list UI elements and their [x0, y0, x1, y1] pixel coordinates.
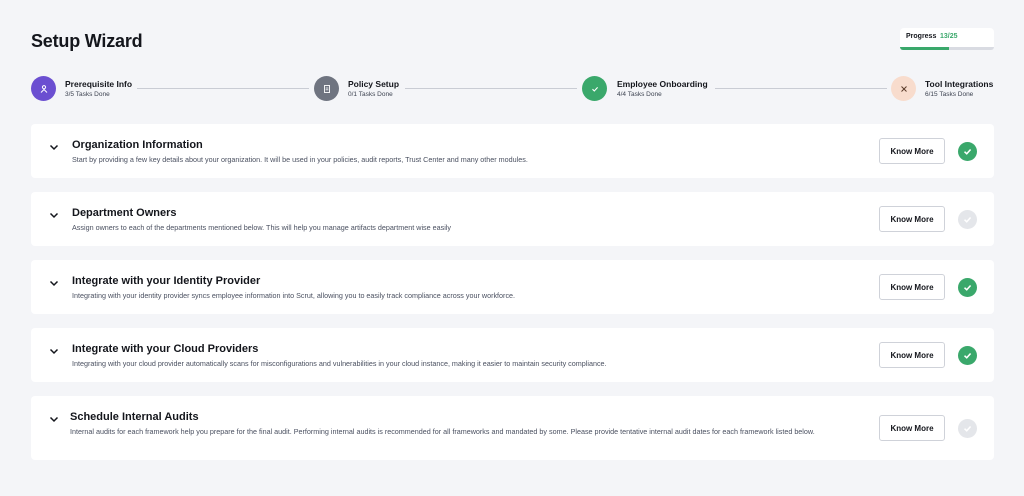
step-connector — [715, 88, 887, 89]
document-icon — [323, 84, 330, 93]
card-department-owners: Department Owners Assign owners to each … — [31, 192, 994, 246]
card-description: Integrating with your cloud provider aut… — [72, 359, 607, 368]
card-organization-information: Organization Information Start by provid… — [31, 124, 994, 178]
status-check-icon — [958, 278, 977, 297]
step-title: Tool Integrations — [925, 79, 994, 89]
chevron-down-icon[interactable] — [49, 414, 59, 424]
chevron-down-icon[interactable] — [49, 210, 59, 220]
chevron-down-icon[interactable] — [49, 346, 59, 356]
tools-icon — [900, 85, 907, 92]
card-description: Assign owners to each of the departments… — [72, 223, 452, 232]
step-title: Policy Setup — [348, 79, 400, 89]
card-identity-provider: Integrate with your Identity Provider In… — [31, 260, 994, 314]
card-title: Integrate with your Cloud Providers — [72, 343, 259, 355]
step-subtitle: 4/4 Tasks Done — [617, 91, 662, 98]
status-check-icon — [958, 210, 977, 229]
step-subtitle: 6/15 Tasks Done — [925, 91, 974, 98]
step-connector — [137, 88, 309, 89]
status-check-icon — [958, 346, 977, 365]
step-tool-integrations[interactable] — [891, 76, 916, 101]
step-subtitle: 0/1 Tasks Done — [348, 91, 393, 98]
card-title: Integrate with your Identity Provider — [72, 275, 261, 287]
card-description: Start by providing a few key details abo… — [72, 155, 528, 164]
know-more-button[interactable]: Know More — [879, 206, 945, 232]
card-description: Integrating with your identity provider … — [72, 291, 516, 300]
card-cloud-providers: Integrate with your Cloud Providers Inte… — [31, 328, 994, 382]
check-icon — [591, 86, 598, 92]
know-more-button[interactable]: Know More — [879, 274, 945, 300]
know-more-button[interactable]: Know More — [879, 138, 945, 164]
card-description: Internal audits for each framework help … — [70, 427, 815, 436]
know-more-button[interactable]: Know More — [879, 415, 945, 441]
card-title: Schedule Internal Audits — [70, 411, 199, 423]
card-internal-audits: Schedule Internal Audits Internal audits… — [31, 396, 994, 460]
know-more-button[interactable]: Know More — [879, 342, 945, 368]
chevron-down-icon[interactable] — [49, 278, 59, 288]
step-connector — [405, 88, 577, 89]
step-title: Employee Onboarding — [617, 79, 708, 89]
step-title: Prerequisite Info — [65, 79, 133, 89]
card-title: Department Owners — [72, 207, 177, 219]
status-check-icon — [958, 142, 977, 161]
step-prerequisite-info[interactable] — [31, 76, 56, 101]
step-employee-onboarding[interactable] — [582, 76, 607, 101]
stepper: Prerequisite Info 3/5 Tasks Done Policy … — [0, 0, 1024, 110]
person-icon — [40, 84, 47, 93]
status-check-icon — [958, 419, 977, 438]
step-policy-setup[interactable] — [314, 76, 339, 101]
step-subtitle: 3/5 Tasks Done — [65, 91, 110, 98]
card-title: Organization Information — [72, 139, 203, 151]
chevron-down-icon[interactable] — [49, 142, 59, 152]
